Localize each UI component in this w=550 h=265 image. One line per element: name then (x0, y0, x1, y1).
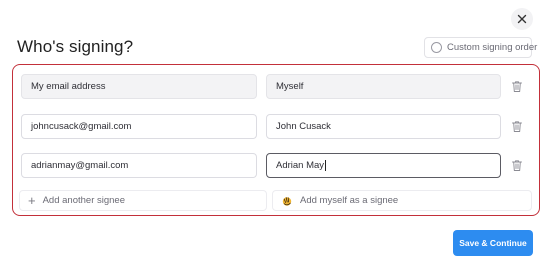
trash-icon (512, 81, 522, 92)
add-myself-button[interactable]: Add myself as a signee (272, 190, 532, 211)
signer-name-value: Adrian May (276, 160, 325, 171)
close-button[interactable] (511, 8, 533, 30)
trash-icon (512, 160, 522, 171)
signer-email-field[interactable]: johncusack@gmail.com (21, 114, 257, 139)
add-another-signee-button[interactable]: + Add another signee (19, 190, 267, 211)
text-caret (325, 160, 327, 171)
signer-name-field[interactable]: John Cusack (266, 114, 501, 139)
delete-signer-button[interactable] (511, 120, 523, 133)
radio-icon[interactable] (431, 42, 442, 53)
custom-signing-order-label: Custom signing order (447, 42, 538, 53)
signer-email-field[interactable]: adrianmay@gmail.com (21, 153, 257, 178)
dialog-title: Who's signing? (17, 37, 134, 56)
signer-name-field[interactable]: Adrian May (266, 153, 501, 178)
delete-signer-button[interactable] (511, 159, 523, 172)
plus-icon: + (28, 193, 36, 208)
signer-name-field[interactable]: Myself (266, 74, 501, 99)
delete-signer-button[interactable] (511, 80, 523, 93)
save-continue-button[interactable]: Save & Continue (453, 230, 533, 256)
add-myself-label: Add myself as a signee (300, 195, 399, 206)
signer-email-field[interactable]: My email address (21, 74, 257, 99)
close-icon (517, 14, 527, 24)
hand-wave-icon (282, 196, 292, 206)
custom-signing-order-toggle[interactable]: Custom signing order (424, 37, 537, 58)
trash-icon (512, 121, 522, 132)
add-another-signee-label: Add another signee (42, 195, 125, 206)
